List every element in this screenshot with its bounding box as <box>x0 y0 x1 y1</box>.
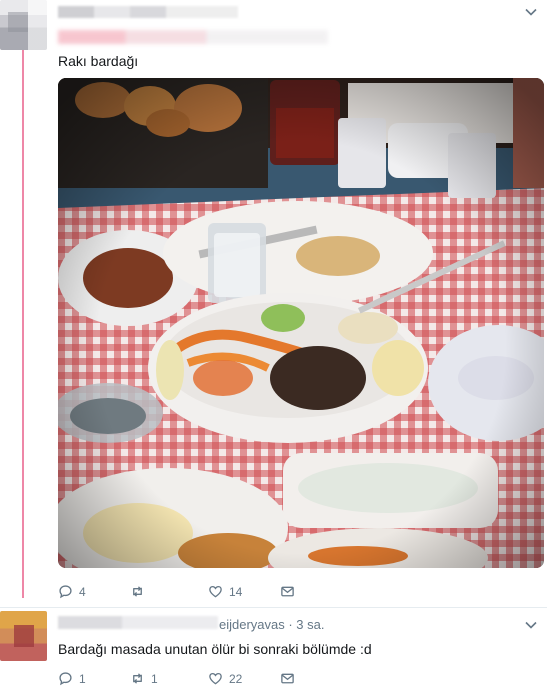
retweet-button[interactable] <box>130 584 208 599</box>
tweet-action-bar: 4 14 <box>58 584 295 599</box>
avatar[interactable] <box>0 0 47 50</box>
reply-count: 1 <box>79 671 86 686</box>
retweet-count: 1 <box>151 671 158 686</box>
reply-count: 4 <box>79 584 86 599</box>
reply-icon <box>59 585 72 599</box>
photo-image <box>58 78 544 568</box>
blurred-handle <box>58 30 328 44</box>
reply-button[interactable]: 4 <box>58 584 130 599</box>
retweet-button[interactable]: 1 <box>130 671 208 686</box>
reply-text: Bardağı masada unutan ölür bi sonraki bö… <box>58 641 372 657</box>
reply-button[interactable]: 1 <box>58 671 130 686</box>
reply-avatar[interactable] <box>0 611 47 661</box>
direct-message-button[interactable] <box>280 584 295 599</box>
blurred-display-name <box>58 616 218 629</box>
reply-action-bar: 1 1 22 <box>58 671 295 686</box>
like-count: 22 <box>229 671 243 686</box>
like-count: 14 <box>229 584 243 599</box>
retweet-icon <box>133 673 142 684</box>
blurred-display-name <box>58 6 238 18</box>
thread-connector-line <box>22 50 24 598</box>
direct-message-button[interactable] <box>280 671 295 686</box>
heart-icon <box>209 585 222 598</box>
tweet-text: Rakı bardağı <box>58 53 139 69</box>
chevron-down-icon[interactable] <box>525 6 537 18</box>
reply-icon <box>59 672 72 686</box>
envelope-icon <box>281 673 294 684</box>
like-button[interactable]: 22 <box>208 671 280 686</box>
envelope-icon <box>281 586 294 597</box>
tweet-divider <box>0 607 547 608</box>
reply-handle-time[interactable]: eijderyavas · 3 sa. <box>219 617 325 632</box>
chevron-down-icon[interactable] <box>525 619 537 631</box>
retweet-icon <box>133 586 142 597</box>
tweet-photo[interactable] <box>58 78 544 568</box>
heart-icon <box>209 672 222 685</box>
like-button[interactable]: 14 <box>208 584 280 599</box>
